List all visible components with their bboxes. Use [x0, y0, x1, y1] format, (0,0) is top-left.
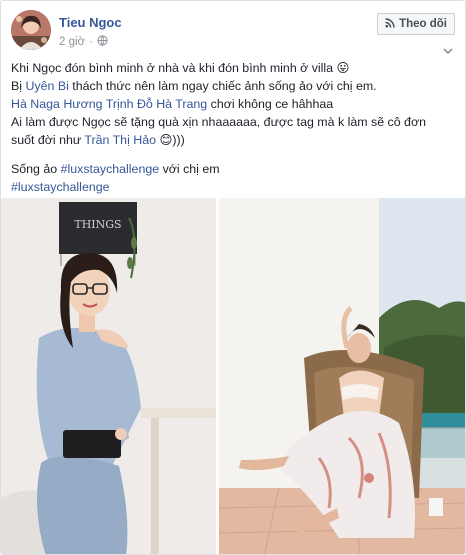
post-line: #luxstaychallenge — [11, 178, 455, 196]
post-meta: 2 giờ · — [59, 35, 108, 49]
post-header: Tieu Ngoc 2 giờ · Theo dõi — [11, 10, 455, 55]
meta-separator: · — [89, 36, 93, 48]
mention-link[interactable]: Đỗ Hà Trang — [137, 97, 207, 111]
photo-left[interactable]: THINGS — [1, 198, 216, 554]
mention-link[interactable]: Hà Naga Hương Trịnh — [11, 97, 133, 111]
post-line: Sống ảo #luxstaychallenge với chị em — [11, 162, 220, 176]
rss-icon — [385, 17, 395, 31]
post-time[interactable]: 2 giờ — [59, 36, 85, 48]
avatar[interactable] — [11, 10, 51, 50]
feed-post: Tieu Ngoc 2 giờ · Theo dõi Khi Ngọc đón … — [0, 0, 466, 555]
post-line: suốt đời như Trần Thị Hảo 😊))) — [11, 133, 185, 147]
mention-link[interactable]: Trần Thị Hảo — [84, 133, 156, 147]
post-text: Khi Ngọc đón bình minh ở nhà và khi đón … — [11, 59, 455, 196]
smile-emoji: 😊 — [159, 133, 173, 147]
follow-button[interactable]: Theo dõi — [377, 13, 455, 35]
chevron-down-icon[interactable] — [443, 45, 453, 55]
post-line: Ai làm được Ngọc sẽ tặng quà xịn nhaaaaa… — [11, 115, 426, 129]
photo-grid: THINGS — [1, 198, 465, 554]
mention-link[interactable]: Uyên Bi — [25, 79, 68, 93]
author-name[interactable]: Tieu Ngoc — [59, 15, 122, 30]
follow-button-label: Theo dõi — [399, 18, 447, 30]
hashtag-link[interactable]: #luxstaychallenge — [61, 162, 160, 176]
tongue-emoji: 😛 — [336, 61, 350, 75]
hashtag-link[interactable]: #luxstaychallenge — [11, 180, 110, 194]
post-line: Hà Naga Hương Trịnh Đỗ Hà Trang chơi khô… — [11, 97, 334, 111]
post-line: Khi Ngọc đón bình minh ở nhà và khi đón … — [11, 61, 350, 75]
globe-icon — [97, 35, 108, 49]
wall-sign-text: THINGS — [74, 218, 121, 231]
post-line: Bị Uyên Bi thách thức nên làm ngay chiếc… — [11, 79, 377, 93]
photo-right[interactable] — [219, 198, 465, 554]
